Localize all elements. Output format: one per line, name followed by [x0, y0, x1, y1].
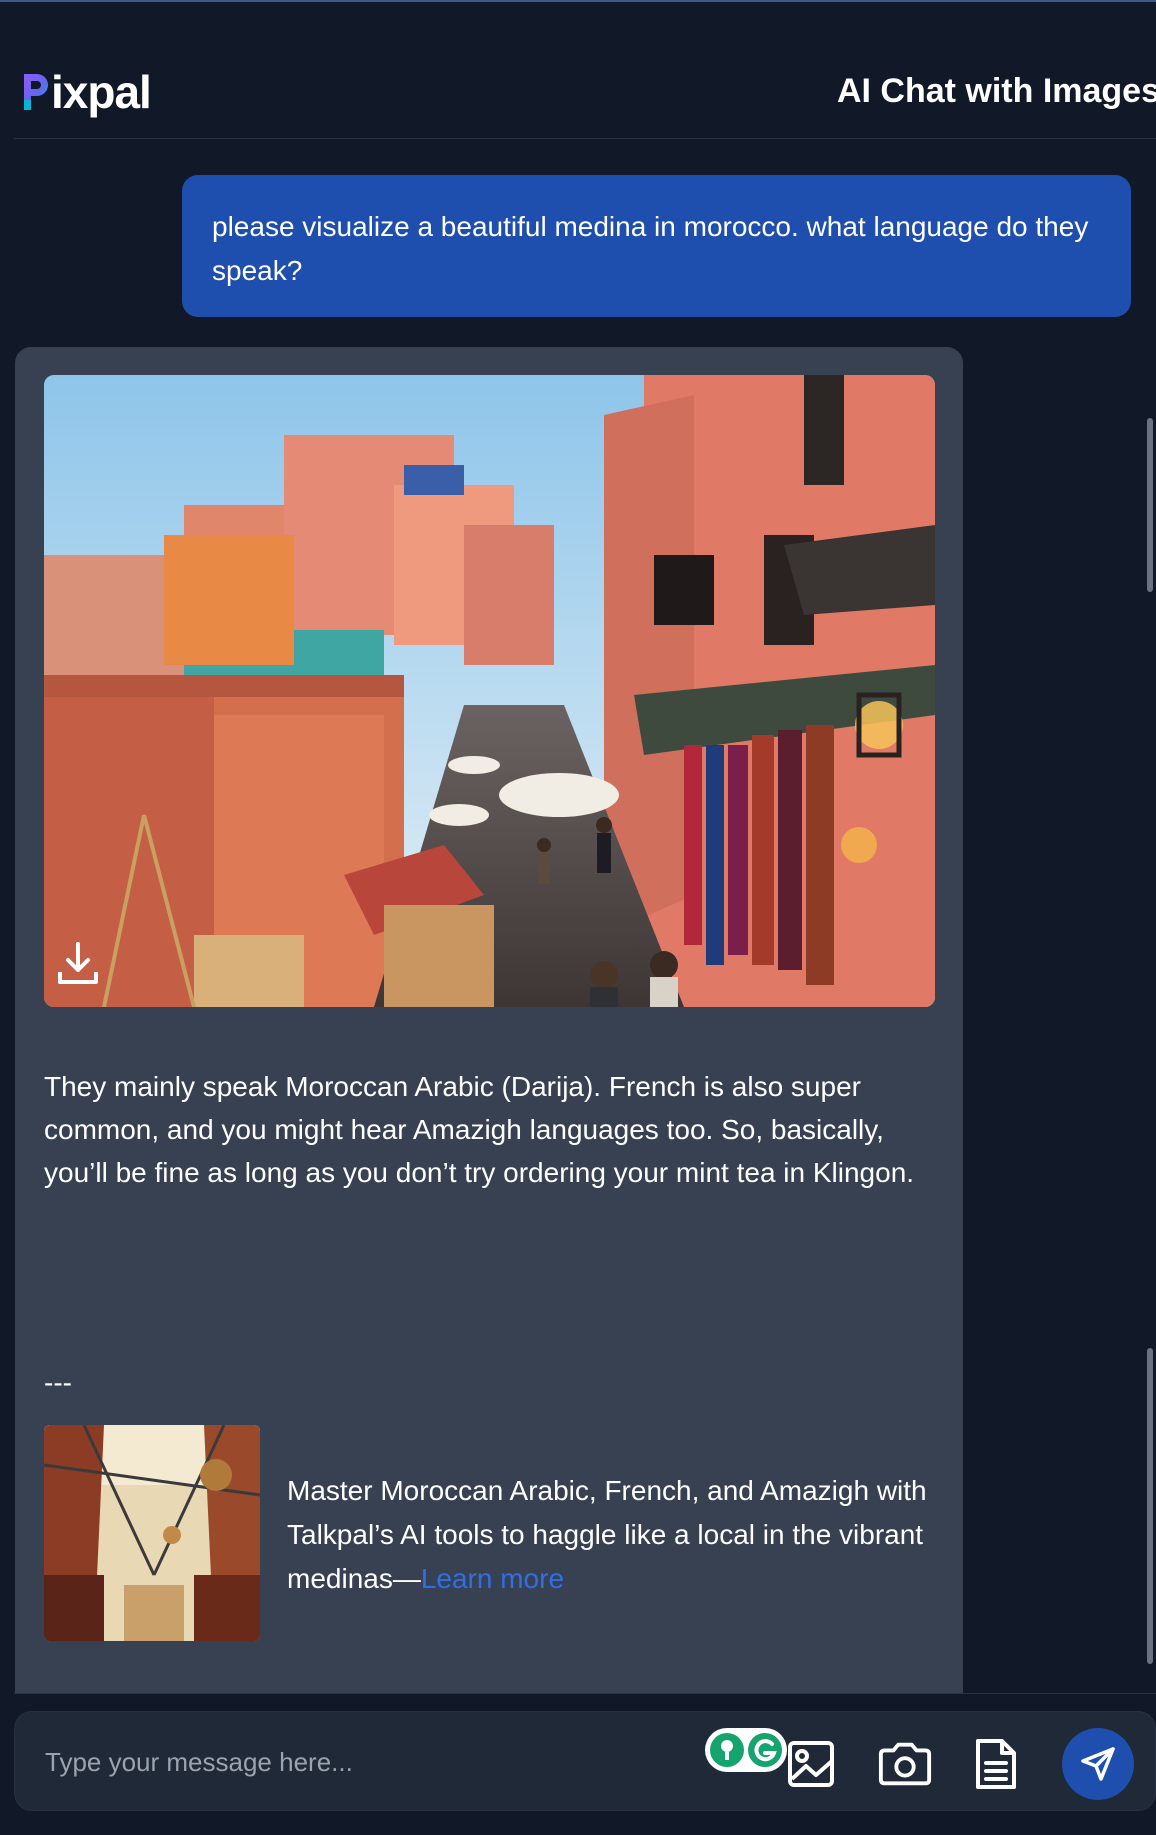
- grammarly-extension-icon[interactable]: [705, 1728, 787, 1772]
- image-upload-icon: [788, 1741, 834, 1787]
- send-button[interactable]: [1062, 1728, 1134, 1800]
- page-title: AI Chat with Images: [836, 72, 1156, 110]
- logo-p-mark-icon: [24, 74, 48, 110]
- ai-reply-text: They mainly speak Moroccan Arabic (Darij…: [44, 1071, 915, 1188]
- scrollbar-thumb-secondary[interactable]: [1147, 1348, 1153, 1664]
- user-message-text: please visualize a beautiful medina in m…: [212, 211, 1089, 286]
- promo-message: Master Moroccan Arabic, French, and Amaz…: [287, 1475, 927, 1594]
- message-input[interactable]: [45, 1740, 685, 1784]
- chat-thread[interactable]: please visualize a beautiful medina in m…: [0, 140, 1156, 1693]
- app-header: ixpal AI Chat with Images: [14, 2, 1156, 139]
- composer-divider: [14, 1693, 1156, 1694]
- document-icon: [976, 1739, 1016, 1789]
- message-composer: [14, 1711, 1156, 1811]
- generated-medina-image[interactable]: [44, 375, 935, 1007]
- camera-button[interactable]: [877, 1736, 933, 1792]
- document-button[interactable]: [968, 1736, 1024, 1792]
- logo-text: ixpal: [51, 66, 152, 118]
- pixpal-logo[interactable]: ixpal: [20, 64, 152, 120]
- promo-thumbnail[interactable]: [44, 1425, 260, 1641]
- souk-thumbnail-image: [44, 1425, 260, 1641]
- camera-icon: [878, 1742, 932, 1786]
- download-icon[interactable]: [56, 940, 100, 988]
- scrollbar-thumb[interactable]: [1147, 418, 1153, 592]
- medina-illustration: [44, 375, 935, 1007]
- promo-text: Master Moroccan Arabic, French, and Amaz…: [287, 1469, 947, 1601]
- send-icon: [1081, 1747, 1115, 1781]
- learn-more-link[interactable]: Learn more: [421, 1563, 564, 1594]
- user-message: please visualize a beautiful medina in m…: [182, 175, 1131, 317]
- ai-message: They mainly speak Moroccan Arabic (Darij…: [15, 347, 963, 1693]
- image-upload-button[interactable]: [783, 1736, 839, 1792]
- separator: ---: [44, 1367, 72, 1398]
